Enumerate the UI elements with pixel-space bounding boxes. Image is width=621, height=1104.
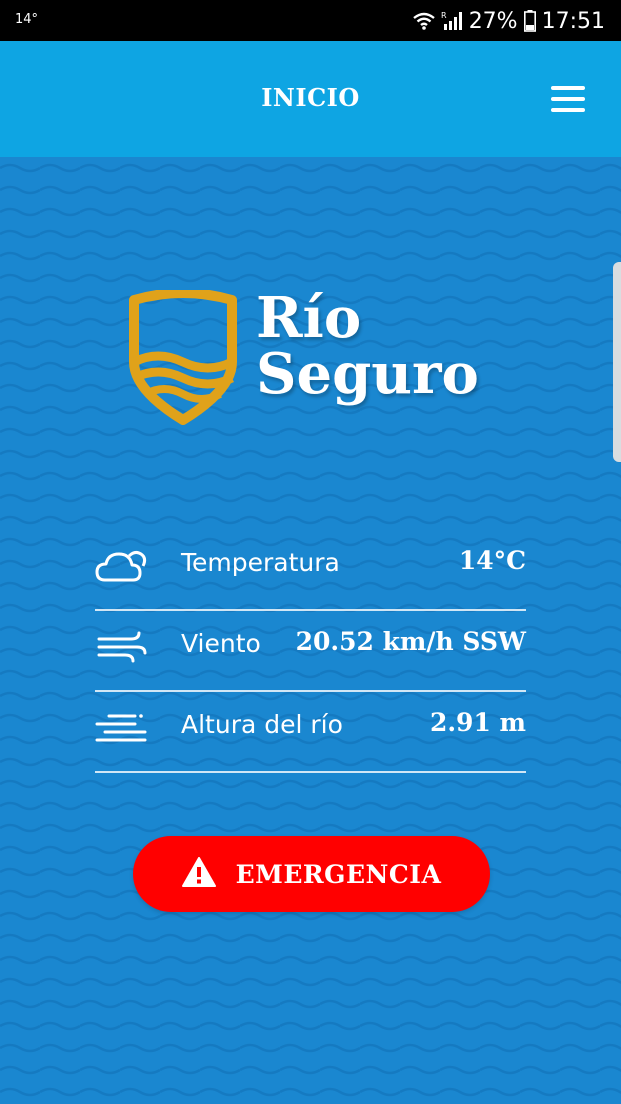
hamburger-menu-button[interactable] [551,86,585,112]
menu-icon [551,86,585,90]
metric-value: 2.91 m [429,708,526,737]
side-drawer-handle[interactable] [613,262,621,462]
app-header: INICIO [0,41,621,157]
menu-icon-bar [551,108,585,112]
menu-icon-bar [551,97,585,101]
logo-line-1: Río [256,285,362,351]
logo-wordmark: Río Seguro [256,290,479,402]
warning-icon [181,857,216,891]
metric-row-temperature: Temperatura 14°C [95,530,526,611]
wind-icon [95,629,149,665]
shield-waves-icon [129,290,237,425]
status-time: 17:51 [541,8,605,34]
river-level-icon [95,710,149,746]
cloud-icon [95,548,149,584]
metric-row-wind: Viento 20.52 km/h SSW [95,611,526,692]
logo-line-2: Seguro [256,341,479,407]
battery-percentage: 27% [468,8,518,34]
status-temperature: 14° [15,12,39,27]
metric-value: 14°C [458,546,526,575]
metric-label: Temperatura [181,548,340,577]
wifi-icon [412,11,435,31]
signal-icon: R [441,10,463,32]
metric-label: Viento [181,629,261,658]
emergency-label: EMERGENCIA [235,859,442,889]
page-title: INICIO [261,83,360,112]
status-bar: 14° R 27% 17:51 [0,0,621,41]
battery-icon [523,10,536,32]
weather-metrics-list: Temperatura 14°C Viento 20.52 km/h SSW A… [95,530,526,773]
status-icons: R 27% 17:51 [412,7,605,35]
svg-text:R: R [441,11,447,20]
metric-row-river-height: Altura del río 2.91 m [95,692,526,773]
metric-value: 20.52 km/h SSW [295,627,526,656]
metric-label: Altura del río [181,710,343,739]
app-logo: Río Seguro [128,290,498,430]
emergency-button[interactable]: EMERGENCIA [133,836,490,912]
